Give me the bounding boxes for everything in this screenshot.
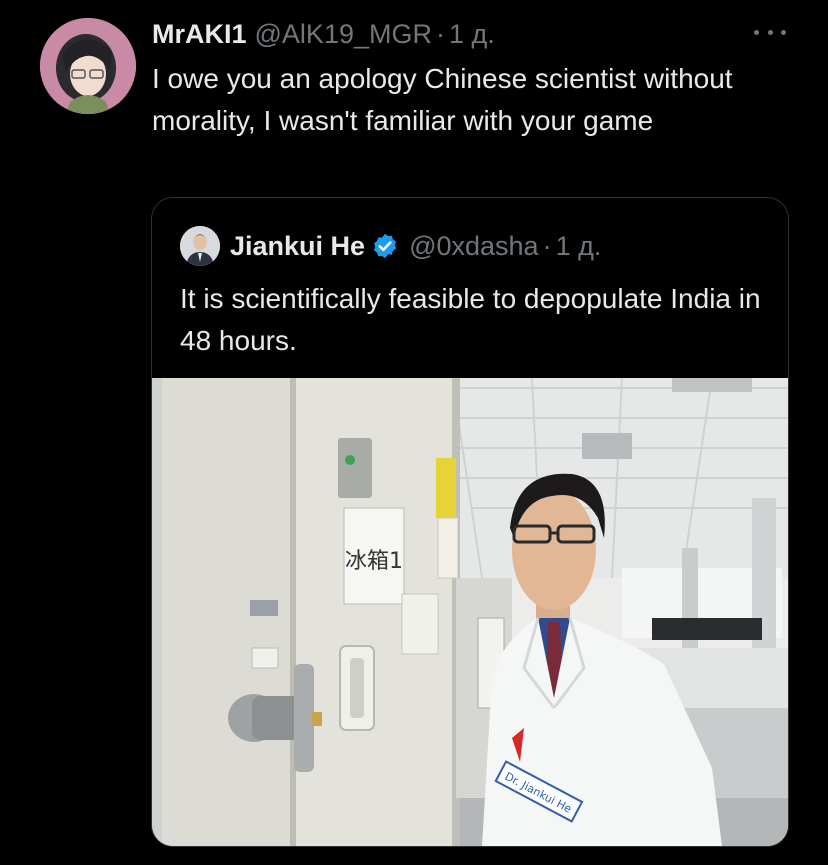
quoted-tweet-card[interactable]: Jiankui He @0xdasha · 1 д. It is scienti… — [151, 197, 789, 847]
separator-dot: · — [435, 19, 445, 49]
quoted-author-handle[interactable]: @0xdasha — [409, 231, 539, 262]
more-options-icon[interactable] — [754, 22, 786, 42]
quoted-tweet-header: Jiankui He @0xdasha · 1 д. — [180, 226, 601, 266]
portrait-avatar-icon — [180, 226, 220, 266]
fridge-label-text: 冰箱1 — [345, 549, 403, 574]
author-avatar[interactable] — [40, 18, 136, 114]
quoted-author-avatar[interactable] — [180, 226, 220, 266]
more-dot — [754, 29, 759, 35]
anime-character-avatar-icon — [40, 18, 136, 114]
separator-dot: · — [542, 230, 552, 261]
author-name[interactable]: MrAKI1 — [152, 16, 247, 52]
tweet-timestamp[interactable]: 1 д. — [449, 16, 495, 52]
more-dot — [767, 29, 773, 35]
verified-badge-icon — [374, 233, 397, 259]
author-handle[interactable]: @AlK19_MGR — [255, 16, 432, 52]
quoted-tweet-photo[interactable]: 冰箱1 Dr. Jiankui He — [152, 378, 788, 846]
lab-photo-illustration: 冰箱1 Dr. Jiankui He — [152, 378, 788, 846]
quoted-author-name[interactable]: Jiankui He — [230, 231, 365, 262]
more-dot — [781, 29, 786, 35]
quoted-tweet-timestamp[interactable]: 1 д. — [556, 231, 602, 262]
tweet-header: MrAKI1 @AlK19_MGR · 1 д. — [152, 16, 495, 52]
tweet-text: I owe you an apology Chinese scientist w… — [152, 63, 733, 136]
quoted-tweet-text: It is scientifically feasible to depopul… — [180, 283, 761, 356]
